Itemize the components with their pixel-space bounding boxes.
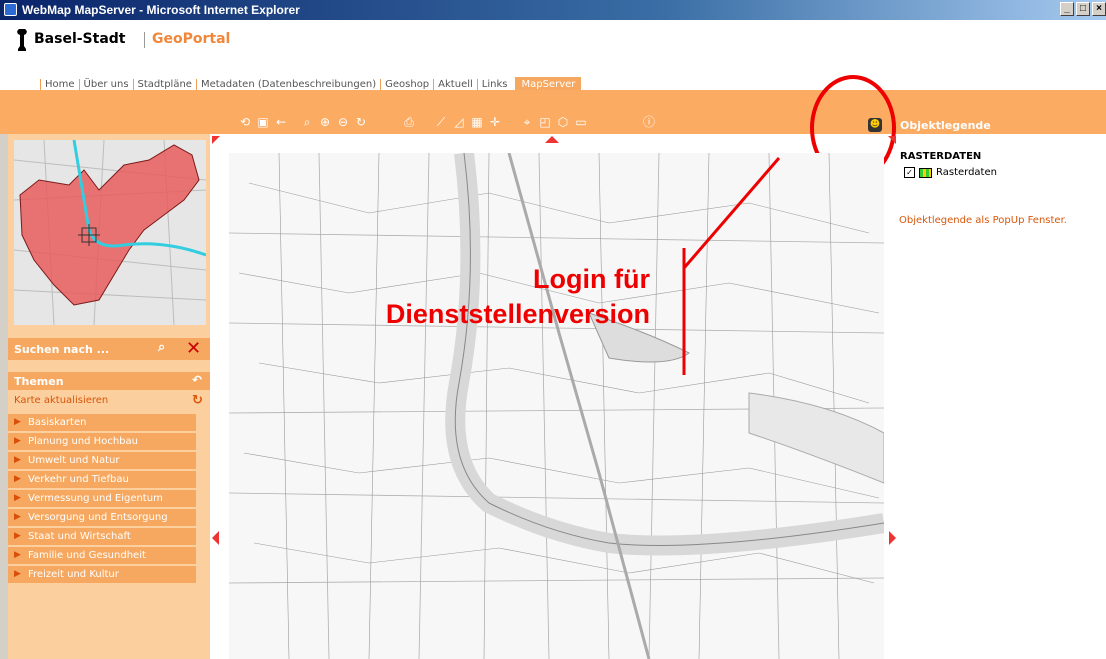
theme-item[interactable]: ▶ Planung und Hochbau (8, 433, 196, 450)
legend-popup-link[interactable]: Objektlegende als PopUp Fenster. (899, 215, 1067, 226)
refresh-map-label[interactable]: Karte aktualisieren (14, 395, 108, 406)
left-scrollbar[interactable] (0, 134, 8, 659)
annotation-line1: Login für (533, 264, 650, 294)
close-window-button[interactable]: × (1092, 2, 1106, 16)
theme-item[interactable]: ▶ Versorgung und Entsorgung (8, 509, 196, 526)
zoom-in-icon[interactable]: ⊕ (318, 115, 332, 129)
window-title: WebMap MapServer - Microsoft Internet Ex… (22, 3, 300, 17)
pan-west-icon[interactable] (212, 531, 219, 545)
fullextent-icon[interactable]: ▣ (256, 115, 270, 129)
triangle-right-icon: ▶ (14, 455, 21, 465)
info-icon[interactable]: ⓘ (642, 115, 656, 129)
refresh-icon[interactable]: ⟲ (238, 115, 252, 129)
annotation-line2: Dienststellenversion (385, 299, 650, 329)
identify-icon[interactable]: ⌖ (520, 115, 534, 129)
overview-map[interactable] (14, 140, 206, 325)
triangle-right-icon: ▶ (14, 493, 21, 503)
legend-title: Objektlegende (900, 118, 991, 132)
map-corner-nw-icon[interactable] (212, 136, 220, 144)
minimize-button[interactable]: _ (1060, 2, 1074, 16)
ie-icon (4, 3, 17, 16)
map-toolbar: ⟲ ▣ ← ⌕ ⊕ ⊖ ↻ ⎙ ⟋ ◿ ▦ ✛ ⌖ ◰ ⬡ ▭ ⓘ (238, 115, 660, 131)
back-icon[interactable]: ← (274, 115, 288, 129)
triangle-right-icon: ▶ (14, 474, 21, 484)
brand-name[interactable]: Basel-Stadt (34, 31, 126, 47)
page-header: Basel-Stadt GeoPortal Home Über uns Stad… (0, 20, 1106, 93)
legend-item-label: Rasterdaten (936, 167, 997, 178)
select-poly-icon[interactable]: ⬡ (556, 115, 570, 129)
search-label[interactable]: Suchen nach ... (14, 343, 109, 356)
themes-list: ▶ Basiskarten ▶ Planung und Hochbau ▶ Umwel… (8, 414, 196, 585)
triangle-right-icon: ▶ (14, 417, 21, 427)
triangle-right-icon: ▶ (14, 531, 21, 541)
triangle-right-icon: ▶ (14, 569, 21, 579)
theme-item[interactable]: ▶ Staat und Wirtschaft (8, 528, 196, 545)
themes-label: Themen (14, 375, 64, 388)
theme-item[interactable]: ▶ Familie und Gesundheit (8, 547, 196, 564)
maximize-button[interactable]: □ (1076, 2, 1090, 16)
triangle-right-icon: ▶ (14, 436, 21, 446)
refresh-map-icon[interactable]: ↻ (192, 393, 203, 408)
pan-east-icon[interactable] (889, 531, 896, 545)
measure-area-icon[interactable]: ◿ (452, 115, 466, 129)
brand-divider (144, 32, 145, 48)
raster-swatch-icon (919, 167, 932, 178)
theme-item[interactable]: ▶ Freizeit und Kultur (8, 566, 196, 583)
undo-icon[interactable]: ↶ (192, 373, 202, 387)
measure-grid-icon[interactable]: ▦ (470, 115, 484, 129)
map-corner-ne-icon[interactable] (888, 136, 896, 144)
theme-item[interactable]: ▶ Basiskarten (8, 414, 196, 431)
layer-checkbox[interactable]: ✓ (904, 167, 915, 178)
theme-item[interactable]: ▶ Verkehr und Tiefbau (8, 471, 196, 488)
legend-panel (898, 134, 1106, 659)
zoom-out-icon[interactable]: ⊖ (336, 115, 350, 129)
refresh-map-row[interactable]: Karte aktualisieren ↻ (8, 393, 210, 409)
select-area-icon[interactable]: ◰ (538, 115, 552, 129)
main-map-image (229, 153, 884, 659)
triangle-right-icon: ▶ (14, 512, 21, 522)
main-map[interactable] (229, 153, 884, 659)
triangle-right-icon: ▶ (14, 550, 21, 560)
overview-map-image (14, 140, 206, 325)
theme-item[interactable]: ▶ Umwelt und Natur (8, 452, 196, 469)
pan-north-icon[interactable] (545, 136, 559, 143)
basel-staff-icon (17, 29, 27, 51)
reload-icon[interactable]: ↻ (354, 115, 368, 129)
login-annotation: Login für Dienststellenversion (330, 262, 650, 332)
legend-section-title: RASTERDATEN (900, 151, 982, 162)
measure-distance-icon[interactable]: ⟋ (434, 115, 448, 129)
coordinates-icon[interactable]: ✛ (488, 115, 502, 129)
theme-item[interactable]: ▶ Vermessung und Eigentum (8, 490, 196, 507)
legend-item-rasterdaten: ✓ Rasterdaten (904, 167, 997, 178)
search-row: Suchen nach ... ⌕ ✕ (8, 338, 210, 360)
window-controls: _ □ × (1058, 2, 1106, 18)
themes-header: Themen ↶ (8, 372, 210, 390)
print-icon[interactable]: ⎙ (402, 115, 416, 129)
zoom-pan-icon[interactable]: ⌕ (300, 115, 314, 129)
brand-portal[interactable]: GeoPortal (152, 31, 230, 47)
search-icon[interactable]: ⌕ (158, 340, 174, 356)
window-titlebar: WebMap MapServer - Microsoft Internet Ex… (0, 0, 1106, 20)
select-box-icon[interactable]: ▭ (574, 115, 588, 129)
close-icon[interactable]: ✕ (186, 338, 201, 359)
